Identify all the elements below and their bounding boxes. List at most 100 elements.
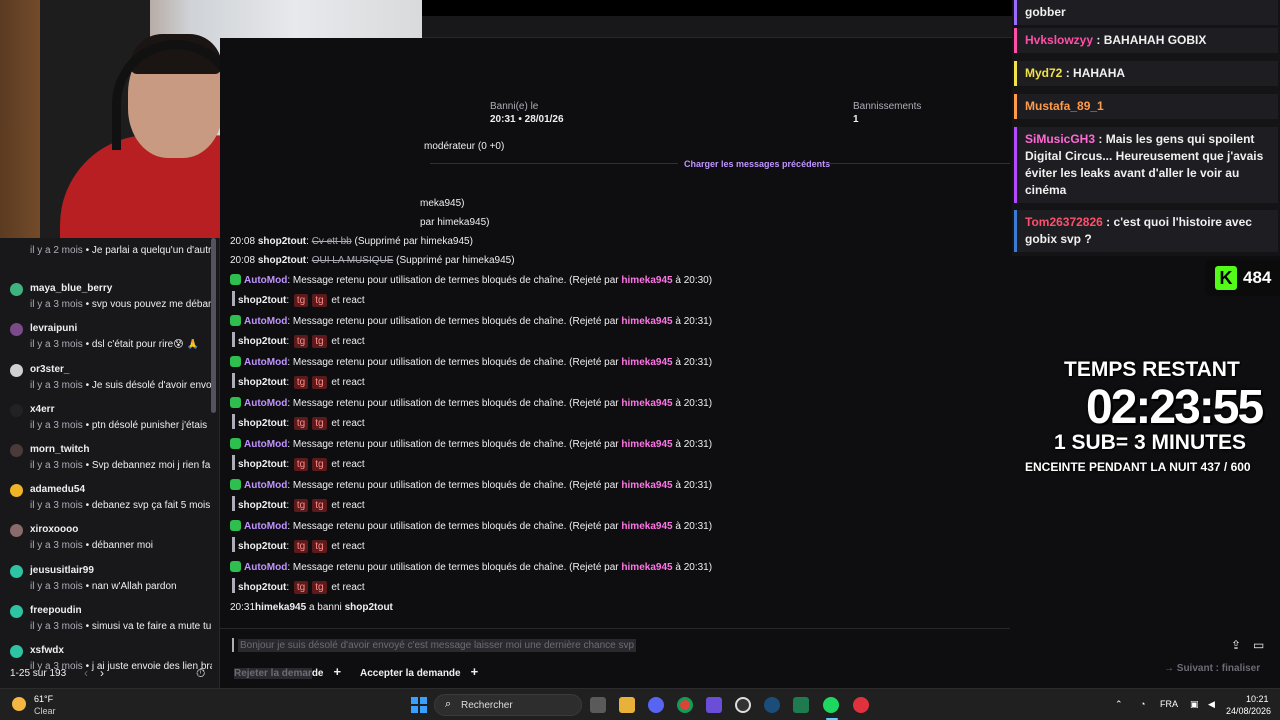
pagination-count: 1-25 sur 193: [10, 668, 67, 679]
weather-condition: Clear: [34, 706, 56, 716]
list-item[interactable]: adamedu54 il y a 3 mois • debanez svp ça …: [0, 484, 212, 524]
weather-icon[interactable]: [12, 697, 26, 711]
list-item-user: levraipuni: [30, 323, 78, 335]
list-item-message: il y a 3 mois • svp vous pouvez me débar: [30, 299, 212, 311]
bans-value: 1: [853, 114, 859, 125]
held-message: shop2tout: tg tg et react: [238, 458, 365, 471]
shield-icon: [230, 397, 241, 408]
automod-message: AutoMod: Message retenu pour utilisation…: [230, 479, 712, 491]
list-item-user: adamedu54: [30, 484, 86, 496]
list-item-message: il y a 3 mois • Svp debannez moi j rien …: [30, 460, 211, 471]
search-icon: ⌕: [445, 698, 452, 710]
list-item[interactable]: maya_blue_berry il y a 3 mois • svp vous …: [0, 283, 212, 323]
quote-bar: [232, 537, 235, 552]
list-item[interactable]: or3ster_ il y a 3 mois • Je suis désolé d…: [0, 363, 212, 404]
unban-request-composer: Bonjour je suis désolé d'avoir envoyé c'…: [220, 628, 1010, 688]
shield-icon: [230, 315, 241, 326]
divider: [824, 163, 1010, 164]
chat-text: BAHAHAH GOBIX: [1103, 33, 1207, 47]
automod-message: AutoMod: Message retenu pour utilisation…: [230, 520, 712, 532]
partial-message: par himeka945): [420, 217, 490, 228]
next-page-button[interactable]: ›: [100, 666, 104, 680]
wifi-icon[interactable]: ◔: [1140, 699, 1145, 709]
list-item[interactable]: levraipuni il y a 3 mois • dsl c'était po…: [0, 323, 212, 363]
chat-text: HAHAHA: [1073, 66, 1126, 80]
timer-icon[interactable]: ⏱: [196, 666, 205, 681]
bans-label: Bannissements: [853, 101, 922, 112]
accept-request-button[interactable]: Accepter la demande +: [360, 664, 478, 679]
avatar: [10, 444, 23, 457]
terminal-icon[interactable]: [793, 697, 809, 713]
held-message: shop2tout: tg tg et react: [238, 581, 365, 594]
avatar: [10, 524, 23, 538]
spotify-icon[interactable]: [823, 697, 839, 713]
held-message: shop2tout: tg tg et react: [238, 540, 365, 553]
timer-label: TEMPS RESTANT: [1064, 358, 1240, 381]
ban-event: 20:31himeka945 a banni shop2tout: [230, 602, 393, 613]
automod-message: AutoMod: Message retenu pour utilisation…: [230, 274, 712, 286]
reject-request-button[interactable]: Rejeter la demarde +: [234, 664, 341, 679]
text-cursor: [232, 638, 234, 652]
shield-icon: [230, 561, 241, 572]
chat-username: Mustafa_89_1: [1025, 99, 1104, 113]
deleted-message: 20:08 shop2tout: Cv ett bb (Supprimé par…: [230, 236, 473, 247]
quote-bar: [232, 414, 235, 429]
taskbar-search[interactable]: ⌕ Rechercher: [434, 694, 582, 716]
list-scrollbar[interactable]: [211, 238, 216, 413]
list-item-user: jeususitlair99: [30, 564, 94, 576]
held-message: shop2tout: tg tg et react: [238, 376, 365, 389]
clock-time[interactable]: 10:21: [1246, 694, 1269, 704]
prev-page-button[interactable]: ‹: [84, 666, 88, 680]
shield-icon: [230, 356, 241, 367]
held-message: shop2tout: tg tg et react: [238, 335, 365, 348]
list-item-message: il y a 3 mois • dsl c'était pour rire😰 🙏: [30, 339, 199, 351]
quote-bar: [232, 578, 235, 593]
held-message: shop2tout: tg tg et react: [238, 499, 365, 512]
automod-message: AutoMod: Message retenu pour utilisation…: [230, 315, 712, 327]
list-item-user: morn_twitch: [30, 444, 90, 455]
clock-date[interactable]: 24/08/2026: [1226, 706, 1271, 716]
load-previous-messages[interactable]: Charger les messages précédents: [684, 159, 830, 169]
tray-chevron-icon[interactable]: ⌃: [1115, 699, 1123, 710]
list-item-user: x4err: [30, 403, 55, 415]
automod-message: AutoMod: Message retenu pour utilisation…: [230, 397, 712, 409]
automod-message: AutoMod: Message retenu pour utilisation…: [230, 438, 712, 450]
list-item[interactable]: xiroxoooo il y a 3 mois • débanner moi: [0, 524, 212, 564]
list-item[interactable]: x4err il y a 3 mois • ptn désolé punisher…: [0, 403, 212, 444]
windows-start-icon[interactable]: [411, 697, 427, 713]
input-language[interactable]: FRA: [1160, 699, 1178, 709]
chrome-icon[interactable]: [677, 697, 693, 713]
list-item-message: il y a 2 mois • Je parlai a quelqu'un d'…: [30, 245, 212, 256]
automod-message: AutoMod: Message retenu pour utilisation…: [230, 561, 712, 573]
list-item[interactable]: freepoudin il y a 3 mois • simusi va te f…: [0, 604, 212, 645]
timer-rule: 1 SUB= 3 MINUTES: [1054, 431, 1246, 454]
chat-username: Hvkslowzyy: [1025, 33, 1094, 47]
steam-icon[interactable]: [764, 697, 780, 713]
quote-bar: [232, 455, 235, 470]
chat-username: Tom26372826: [1025, 215, 1103, 229]
list-item[interactable]: jeususitlair99 il y a 3 mois • nan w'Alla…: [0, 564, 212, 605]
avatar: [10, 484, 23, 498]
discord-icon[interactable]: [648, 697, 664, 713]
list-item[interactable]: il y a 2 mois • Je parlai a quelqu'un d'…: [0, 243, 212, 283]
held-message: shop2tout: tg tg et react: [238, 294, 365, 307]
weather-temp: 61°F: [34, 694, 54, 704]
chat-message: gobber: [1014, 0, 1278, 25]
comment-icon[interactable]: ▭: [1253, 638, 1264, 652]
task-view-icon[interactable]: [590, 697, 606, 713]
file-explorer-icon[interactable]: [619, 697, 635, 713]
request-message[interactable]: Bonjour je suis désolé d'avoir envoyé c'…: [238, 639, 637, 652]
network-icon[interactable]: ▣: [1190, 699, 1199, 710]
obs-icon[interactable]: [735, 697, 751, 713]
recorder-icon[interactable]: [853, 697, 869, 713]
app-grid-icon[interactable]: [706, 697, 722, 713]
chat-message: Hvkslowzyy : BAHAHAH GOBIX: [1014, 28, 1278, 53]
chat-message: Mustafa_89_1: [1014, 94, 1278, 119]
next-step-button[interactable]: → Suivant : finaliser: [1164, 663, 1260, 674]
list-item-message: il y a 3 mois • simusi va te faire a mut…: [30, 620, 212, 632]
share-icon[interactable]: ⇪: [1231, 638, 1241, 652]
volume-icon[interactable]: ◀: [1208, 699, 1215, 710]
list-item-user: xiroxoooo: [30, 524, 79, 536]
shield-icon: [230, 438, 241, 449]
list-item[interactable]: morn_twitchil y a 3 mois • Svp debannez …: [0, 444, 212, 484]
